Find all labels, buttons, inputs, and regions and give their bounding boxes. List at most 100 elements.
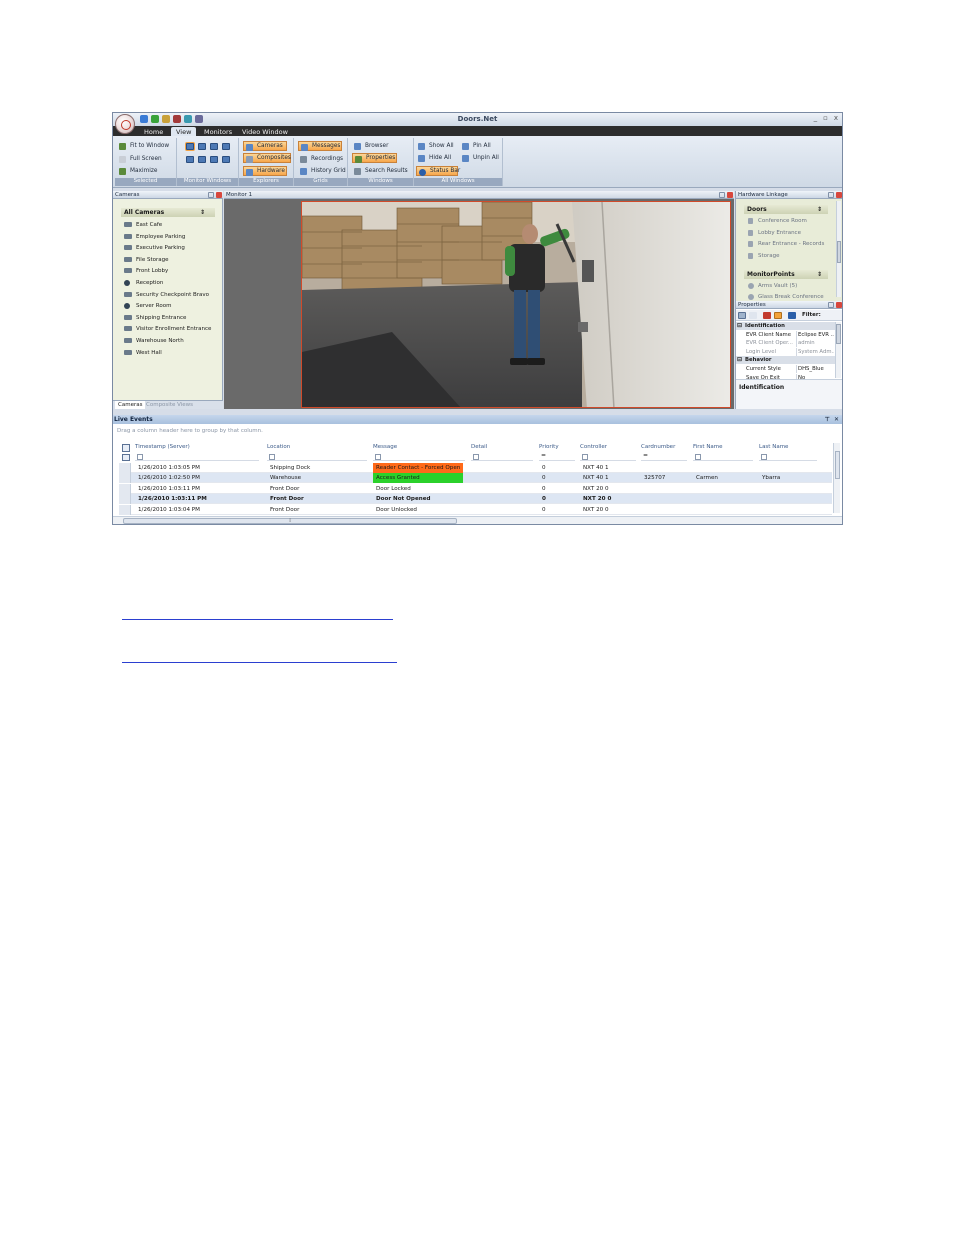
unpin-all-button[interactable]: Unpin All — [460, 153, 502, 163]
column-header[interactable]: Priority — [539, 443, 559, 452]
hide-all-button[interactable]: Hide All — [416, 153, 454, 163]
event-row[interactable]: 1/26/2010 1:03:11 PM Front Door Door Not O… — [119, 494, 832, 505]
full-screen-button[interactable]: Full Screen — [117, 154, 165, 164]
column-filter-cell[interactable] — [759, 453, 817, 461]
scrollbar-thumb[interactable] — [836, 324, 841, 344]
events-icon[interactable] — [763, 312, 771, 319]
camera-item[interactable]: Server Room — [124, 301, 171, 311]
pin-icon[interactable] — [208, 192, 214, 198]
save-icon[interactable] — [788, 312, 796, 319]
filter-operator-icon[interactable] — [695, 454, 701, 460]
tab-home[interactable]: Home — [139, 127, 168, 136]
column-chooser-icon[interactable] — [122, 444, 130, 452]
row-selector[interactable] — [119, 494, 131, 505]
tab-cameras[interactable]: Cameras — [115, 401, 146, 409]
close-icon[interactable] — [836, 192, 842, 198]
property-value[interactable]: DHS_Blue — [796, 365, 834, 373]
pin-icon[interactable] — [828, 192, 834, 198]
application-menu-orb[interactable] — [115, 114, 135, 134]
monitor-layout-7-icon[interactable] — [210, 156, 218, 163]
events-horizontal-scrollbar[interactable]: ⁞ — [113, 516, 842, 524]
column-header[interactable]: Message — [373, 443, 397, 452]
fit-to-window-button[interactable]: Fit to Window — [117, 141, 172, 151]
pin-icon[interactable]: ⊤ — [825, 415, 830, 424]
door-item[interactable]: Conference Room — [748, 216, 807, 226]
filter-operator-icon[interactable] — [269, 454, 275, 460]
alphabetical-icon[interactable] — [749, 312, 757, 319]
row-selector[interactable] — [119, 504, 131, 515]
property-value[interactable]: Eclipse EVR ... — [796, 330, 834, 339]
monitor-layout-1-icon[interactable] — [186, 143, 194, 150]
event-row[interactable]: 1/26/2010 1:03:05 PM Shipping Dock Reader … — [119, 463, 832, 473]
maximize-button[interactable]: ▫ — [823, 114, 828, 122]
property-category[interactable]: ⊟ Behavior — [736, 356, 835, 365]
column-header[interactable]: Detail — [471, 443, 487, 452]
event-row[interactable]: 1/26/2010 1:03:11 PM Front Door Door Locke… — [119, 483, 832, 494]
row-selector[interactable] — [119, 463, 131, 473]
show-all-button[interactable]: Show All — [416, 141, 457, 151]
column-filter-cell[interactable] — [373, 453, 465, 461]
property-row[interactable]: EVR Client Oper... admin — [736, 339, 835, 348]
scrollbar-thumb[interactable] — [835, 451, 840, 479]
door-item[interactable]: Lobby Entrance — [748, 228, 801, 238]
property-value[interactable]: admin — [796, 339, 834, 348]
hyperlink-underline-2[interactable] — [122, 662, 397, 663]
pin-icon[interactable] — [828, 302, 834, 308]
column-header[interactable]: First Name — [693, 443, 723, 452]
camera-item[interactable]: Executive Parking — [124, 243, 185, 253]
monitor-layout-5-icon[interactable] — [186, 156, 194, 163]
recordings-grid-button[interactable]: Recordings — [298, 154, 346, 164]
column-header[interactable]: Cardnumber — [641, 443, 675, 452]
event-row[interactable]: 1/26/2010 1:02:50 PM Warehouse Access Gran… — [119, 473, 832, 484]
doors-group[interactable]: Doors ⇕ — [744, 205, 828, 214]
monitor-layout-6-icon[interactable] — [198, 156, 206, 163]
column-filter-cell[interactable] — [471, 453, 533, 461]
events-vertical-scrollbar[interactable] — [833, 443, 840, 513]
hardware-scrollbar[interactable] — [836, 201, 841, 297]
monitor-points-group[interactable]: MonitorPoints ⇕ — [744, 270, 828, 279]
scrollbar-thumb[interactable] — [837, 241, 841, 263]
camera-item[interactable]: Security Checkpoint Bravo — [124, 290, 209, 300]
column-filter-cell[interactable]: = — [539, 452, 575, 461]
pin-icon[interactable] — [719, 192, 725, 198]
tab-monitors[interactable]: Monitors — [199, 127, 237, 136]
column-header[interactable]: Timestamp (Server) — [135, 443, 190, 452]
camera-item[interactable]: Shipping Entrance — [124, 313, 186, 323]
tab-video-window[interactable]: Video Window — [237, 127, 293, 136]
column-filter-cell[interactable] — [135, 453, 259, 461]
filter-operator-icon[interactable] — [375, 454, 381, 460]
property-row[interactable]: Login Level System Adm... — [736, 347, 835, 356]
camera-item[interactable]: Reception — [124, 278, 163, 288]
close-icon[interactable] — [727, 192, 733, 198]
camera-item[interactable]: Visitor Enrollment Entrance — [124, 324, 211, 334]
properties-scrollbar[interactable] — [835, 322, 841, 378]
maximize-view-button[interactable]: Maximize — [117, 166, 160, 176]
camera-item[interactable]: Front Lobby — [124, 266, 168, 276]
collapse-icon[interactable]: ⇕ — [817, 205, 822, 214]
column-filter-cell[interactable] — [693, 453, 753, 461]
messages-grid-button[interactable]: Messages — [298, 141, 342, 151]
hardware-explorer-button[interactable]: Hardware — [243, 166, 287, 176]
column-filter-cell[interactable]: = — [641, 452, 687, 461]
door-item[interactable]: Rear Entrance - Records — [748, 239, 824, 249]
close-icon[interactable]: ✕ — [834, 415, 839, 424]
column-filter-cell[interactable] — [580, 453, 636, 461]
column-filter-cell[interactable] — [267, 453, 367, 461]
camera-video-feed[interactable] — [301, 201, 731, 408]
filter-operator-icon[interactable] — [473, 454, 479, 460]
property-value[interactable]: System Adm... — [796, 347, 834, 356]
filter-operator-icon[interactable] — [761, 454, 767, 460]
column-header[interactable]: Last Name — [759, 443, 788, 452]
browser-window-button[interactable]: Browser — [352, 141, 392, 151]
collapse-icon[interactable]: ⇕ — [200, 208, 205, 217]
properties-window-button[interactable]: Properties — [352, 153, 397, 163]
tab-view[interactable]: View — [171, 127, 197, 136]
tab-composite-views[interactable]: Composite Views — [143, 401, 196, 409]
event-row[interactable]: 1/26/2010 1:03:04 PM Front Door Door Unloc… — [119, 504, 832, 515]
column-header[interactable]: Location — [267, 443, 290, 452]
camera-item[interactable]: File Storage — [124, 255, 168, 265]
row-selector[interactable] — [119, 483, 131, 494]
equals-operator-icon[interactable]: = — [541, 452, 546, 459]
property-row[interactable]: Current Style DHS_Blue — [736, 365, 835, 373]
cameras-explorer-button[interactable]: Cameras — [243, 141, 287, 151]
